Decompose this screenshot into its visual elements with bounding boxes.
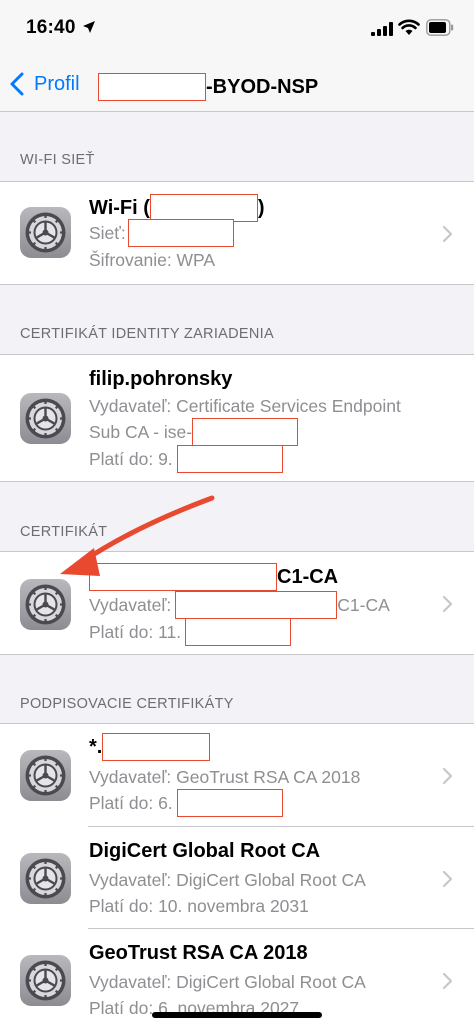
section-header-identity: CERTIFIKÁT IDENTITY ZARIADENIA xyxy=(20,326,274,342)
identity-row-title: filip.pohronsky xyxy=(89,367,233,390)
back-button-label: Profil xyxy=(34,72,80,95)
redaction-box xyxy=(102,733,211,761)
redaction-box xyxy=(175,591,338,619)
section-header-wifi: WI-FI SIEŤ xyxy=(20,152,95,168)
certificate-title-suffix: C1-CA xyxy=(277,565,339,588)
certificate-valid-text: Platí do: 11. xyxy=(89,621,182,642)
redaction-box xyxy=(127,219,234,247)
settings-gear-icon xyxy=(20,393,71,444)
wifi-encryption: Šifrovanie: WPA xyxy=(89,249,216,270)
redaction-box xyxy=(176,789,283,817)
section-header-certificate: CERTIFIKÁT xyxy=(20,524,108,540)
status-time: 16:40 xyxy=(26,17,76,38)
chevron-left-icon xyxy=(10,72,24,96)
section-header-signing: PODPISOVACIE CERTIFIKÁTY xyxy=(20,696,234,712)
identity-group: filip.pohronsky Vydavateľ: Certificate S… xyxy=(0,354,474,482)
signing-row-valid-text: Platí do: 6. xyxy=(89,792,173,813)
chevron-right-icon xyxy=(442,972,453,990)
identity-issuer-line2: Sub CA - ise- xyxy=(89,418,299,446)
redaction-box xyxy=(98,73,206,101)
certificate-group: C1-CA Vydavateľ: C1-CA Platí do: 11. xyxy=(0,551,474,655)
settings-gear-icon xyxy=(20,579,71,630)
navigation-bar: Profil -BYOD-NSP xyxy=(0,58,474,112)
signing-row-valid: Platí do: 10. novembra 2031 xyxy=(89,895,309,916)
chevron-right-icon xyxy=(442,870,453,888)
signing-row-valid: Platí do: 6. xyxy=(89,789,283,817)
back-button[interactable]: Profil xyxy=(10,68,80,100)
signing-row-issuer: Vydavateľ: DigiCert Global Root CA xyxy=(89,971,366,992)
certificate-valid: Platí do: 11. xyxy=(89,618,292,646)
wifi-title-prefix: Wi-Fi ( xyxy=(89,196,150,219)
identity-issuer-line1: Vydavateľ: Certificate Services Endpoint xyxy=(89,395,401,416)
chevron-right-icon xyxy=(442,767,453,785)
cellular-signal-icon xyxy=(371,22,393,36)
signing-row-title: GeoTrust RSA CA 2018 xyxy=(89,941,308,964)
chevron-right-icon xyxy=(442,225,453,243)
certificate-row-title: C1-CA xyxy=(89,563,338,591)
wifi-title-suffix: ) xyxy=(257,196,265,219)
certificate-row[interactable]: C1-CA Vydavateľ: C1-CA Platí do: 11. xyxy=(0,552,474,654)
wifi-row-title: Wi-Fi ( ) xyxy=(89,194,265,222)
page-title: -BYOD-NSP xyxy=(98,72,318,102)
home-indicator[interactable] xyxy=(152,1012,322,1018)
redaction-box xyxy=(192,418,299,446)
signing-row-issuer: Vydavateľ: GeoTrust RSA CA 2018 xyxy=(89,766,361,787)
identity-valid-text: Platí do: 9. xyxy=(89,448,173,469)
wifi-row[interactable]: Wi-Fi ( ) Sieť: Šifrovanie: WPA xyxy=(0,182,474,284)
page-title-suffix: -BYOD-NSP xyxy=(206,75,319,98)
status-bar: 16:40 xyxy=(0,0,474,58)
settings-gear-icon xyxy=(20,750,71,801)
wifi-network-label: Sieť: xyxy=(89,222,126,243)
wifi-network: Sieť: xyxy=(89,219,234,247)
battery-icon xyxy=(426,19,454,36)
identity-issuer-line2-text: Sub CA - ise- xyxy=(89,421,193,442)
identity-valid: Platí do: 9. xyxy=(89,445,283,473)
signing-group: *. Vydavateľ: GeoTrust RSA CA 2018 Platí… xyxy=(0,723,474,1026)
wifi-group: Wi-Fi ( ) Sieť: Šifrovanie: WPA xyxy=(0,181,474,285)
settings-gear-icon xyxy=(20,207,71,258)
wifi-icon xyxy=(398,19,420,35)
settings-gear-icon xyxy=(20,955,71,1006)
redaction-box xyxy=(176,445,283,473)
redaction-box xyxy=(149,194,258,222)
chevron-right-icon xyxy=(442,595,453,613)
signing-row-title-text: *. xyxy=(89,735,103,758)
certificate-issuer: Vydavateľ: C1-CA xyxy=(89,591,390,619)
redaction-box xyxy=(185,618,292,646)
signing-row-title: DigiCert Global Root CA xyxy=(89,839,321,862)
signing-certificate-row[interactable]: *. Vydavateľ: GeoTrust RSA CA 2018 Platí… xyxy=(0,724,474,826)
signing-row-issuer: Vydavateľ: DigiCert Global Root CA xyxy=(89,869,366,890)
signing-certificate-row[interactable]: DigiCert Global Root CA Vydavateľ: DigiC… xyxy=(0,827,474,928)
location-arrow-icon xyxy=(83,21,95,33)
signing-row-title: *. xyxy=(89,733,211,761)
certificate-issuer-suffix: C1-CA xyxy=(337,594,390,615)
identity-certificate-row[interactable]: filip.pohronsky Vydavateľ: Certificate S… xyxy=(0,355,474,481)
certificate-issuer-label: Vydavateľ: xyxy=(89,594,172,615)
redaction-box xyxy=(89,563,277,591)
settings-gear-icon xyxy=(20,853,71,904)
